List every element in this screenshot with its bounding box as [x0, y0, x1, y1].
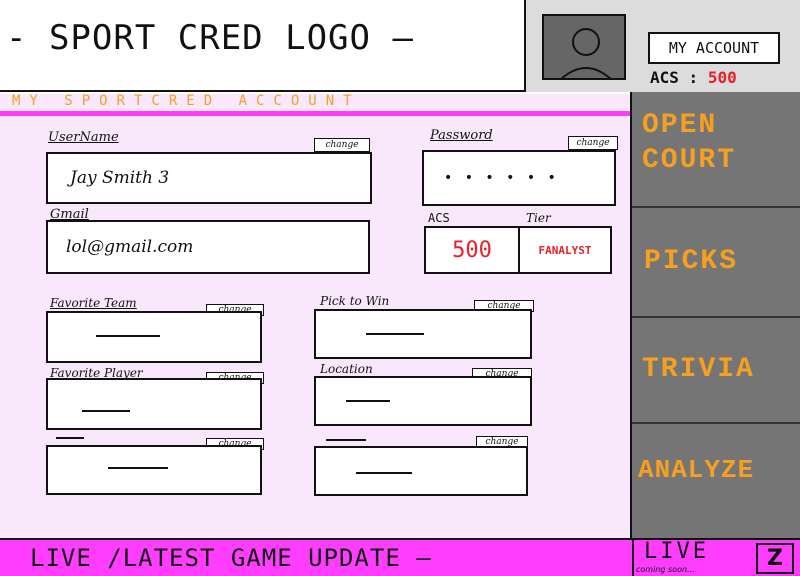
sidebar-item-label: PICKS [644, 246, 739, 277]
acs-field-value: 500 [452, 237, 492, 263]
acs-readout: ACS : 500 [650, 68, 790, 90]
page-title: MY SPORTCRED ACCOUNT [12, 93, 361, 109]
title-underline [0, 111, 630, 116]
favorite-player-field[interactable] [46, 378, 262, 430]
acs-value-box: 500 [424, 226, 520, 274]
location-field[interactable] [314, 376, 532, 426]
username-label: UserName [48, 130, 119, 145]
acs-label: ACS : [650, 68, 699, 87]
password-field[interactable]: • • • • • • [422, 150, 616, 206]
my-account-button[interactable]: MY ACCOUNT [648, 32, 780, 64]
sidebar-item-picks[interactable]: PICKS [632, 210, 800, 318]
username-change-label: change [325, 139, 359, 150]
password-change-button[interactable]: change [568, 136, 618, 150]
pick-to-win-field[interactable] [314, 309, 532, 359]
favorite-team-label: Favorite Team [50, 296, 137, 310]
live-button[interactable]: LIVE coming soon... [632, 540, 750, 576]
extra-right-label-line [326, 439, 366, 441]
avatar[interactable] [542, 14, 626, 80]
username-field[interactable]: Jay Smith 3 [46, 152, 372, 204]
location-placeholder-line [346, 400, 390, 402]
live-update-ticker[interactable]: LIVE /LATEST GAME UPDATE — [30, 540, 620, 576]
favorite-team-placeholder-line [96, 335, 160, 337]
user-avatar-icon [560, 28, 612, 78]
tier-value-box: FANALYST [518, 226, 612, 274]
header: - SPORT CRED LOGO — MY ACCOUNT ACS : 500 [0, 0, 800, 92]
logo[interactable]: - SPORT CRED LOGO — [6, 18, 506, 68]
pick-to-win-label: Pick to Win [320, 294, 390, 308]
sidebar-item-label: OPEN COURT [642, 110, 737, 176]
live-label: LIVE [644, 539, 709, 564]
extra-left-field[interactable] [46, 445, 262, 495]
password-change-label: change [576, 137, 610, 148]
favorite-player-placeholder-line [82, 410, 130, 412]
username-value: Jay Smith 3 [70, 168, 170, 188]
sidebar-item-label: TRIVIA [642, 354, 755, 385]
tier-field-value: FANALYST [538, 243, 592, 257]
password-label: Password [430, 128, 493, 143]
tier-field-label: Tier [526, 211, 551, 225]
email-field[interactable]: lol@gmail.com [46, 220, 370, 274]
sidebar-item-trivia[interactable]: TRIVIA [632, 320, 800, 424]
favorite-team-field[interactable] [46, 311, 262, 363]
email-value: lol@gmail.com [66, 237, 194, 257]
sidebar-item-label: ANALYZE [638, 455, 755, 485]
extra-left-placeholder-line [108, 467, 168, 469]
sidebar-item-analyze[interactable]: ANALYZE [632, 426, 800, 538]
acs-field-label: ACS [428, 211, 450, 225]
z-button[interactable]: Z [756, 543, 794, 574]
extra-right-field[interactable] [314, 446, 528, 496]
z-label: Z [767, 546, 783, 571]
username-change-button[interactable]: change [314, 138, 370, 152]
extra-left-label-line [56, 437, 84, 439]
password-value: • • • • • • [444, 170, 560, 186]
sidebar-item-open-court[interactable]: OPEN COURT [632, 94, 800, 208]
my-account-label: MY ACCOUNT [668, 39, 760, 57]
acs-value: 500 [707, 68, 737, 87]
pick-to-win-placeholder-line [366, 333, 424, 335]
extra-right-placeholder-line [356, 472, 412, 474]
live-sublabel: coming soon... [636, 565, 695, 574]
